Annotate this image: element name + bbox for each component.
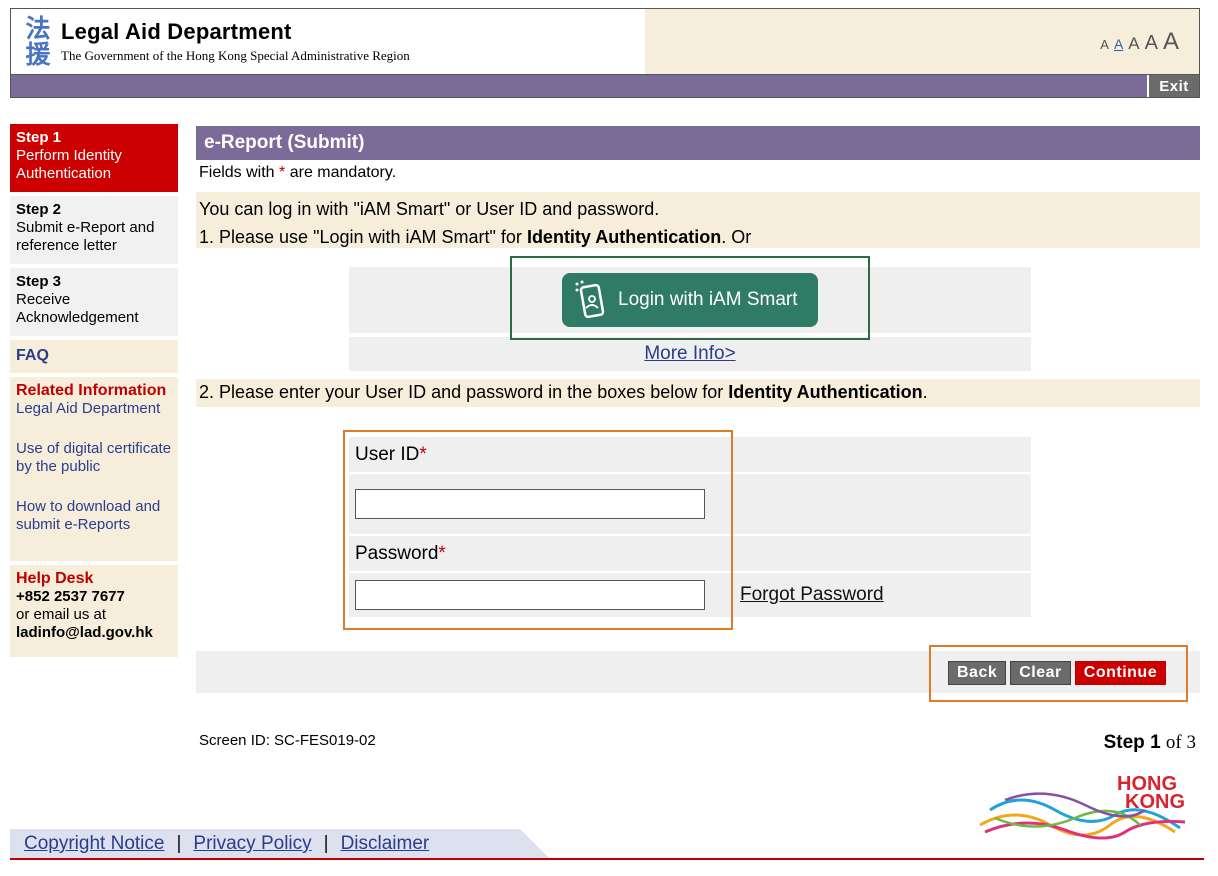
login-form-highlight-frame [343, 430, 733, 630]
userid-instructions: 2. Please enter your User ID and passwor… [196, 379, 1200, 407]
main-content: e-Report (Submit) Fields with * are mand… [196, 126, 1200, 753]
step-indicator: Step 1 of 3 [1103, 732, 1196, 753]
sidebar-step-1: Step 1 Perform Identity Authentication [10, 124, 178, 192]
help-desk-phone: +852 2537 7677 [16, 588, 125, 605]
copyright-notice-link[interactable]: Copyright Notice [24, 833, 164, 855]
font-size-medium[interactable]: A [1128, 34, 1139, 54]
department-title: Legal Aid Department [61, 19, 292, 44]
sidebar-related-info: Related Information Legal Aid Department… [10, 377, 178, 561]
font-size-small[interactable]: A [1114, 36, 1123, 52]
continue-button[interactable]: Continue [1074, 661, 1167, 685]
exit-button[interactable]: Exit [1147, 75, 1199, 97]
more-info-link[interactable]: More Info> [644, 343, 735, 364]
department-subtitle: The Government of the Hong Kong Special … [61, 48, 410, 63]
sidebar: Step 1 Perform Identity Authentication S… [10, 124, 178, 661]
iam-smart-phone-icon [575, 280, 605, 319]
related-link-download-guide[interactable]: How to download and submit e-Reports [16, 498, 172, 534]
help-desk-email[interactable]: ladinfo@lad.gov.hk [16, 624, 172, 642]
site-header: 法 援 Legal Aid Department The Government … [10, 8, 1200, 74]
sidebar-step-2: Step 2 Submit e-Report and reference let… [10, 196, 178, 264]
back-button[interactable]: Back [948, 661, 1007, 685]
font-size-selector: A A A A A [1100, 28, 1179, 56]
sidebar-faq-link[interactable]: FAQ [10, 340, 178, 373]
sidebar-help-desk: Help Desk +852 2537 7677 or email us at … [10, 565, 178, 657]
screen-id: Screen ID: SC-FES019-02 [199, 732, 376, 749]
sidebar-step-3: Step 3 Receive Acknowledgement [10, 268, 178, 336]
forgot-password-link[interactable]: Forgot Password [740, 584, 884, 606]
iam-smart-login-button[interactable]: Login with iAM Smart [562, 273, 818, 327]
action-buttons: Back Clear Continue [948, 661, 1167, 685]
font-size-large[interactable]: A [1145, 32, 1158, 55]
privacy-policy-link[interactable]: Privacy Policy [193, 833, 311, 855]
brand-hong-kong-logo: HONG KONG [979, 773, 1186, 840]
mandatory-note: Fields with * are mandatory. [199, 164, 397, 181]
iam-smart-section: Login with iAM Smart More Info> [349, 256, 1031, 371]
font-size-largest[interactable]: A [1163, 28, 1179, 56]
clear-button[interactable]: Clear [1010, 661, 1071, 685]
related-link-digital-cert[interactable]: Use of digital certificate by the public [16, 440, 172, 476]
footer-divider [10, 858, 1204, 860]
disclaimer-link[interactable]: Disclaimer [341, 833, 430, 855]
header-nav-bar: Exit [10, 74, 1200, 98]
font-size-smallest[interactable]: A [1100, 37, 1109, 52]
footer-links: Copyright Notice | Privacy Policy | Disc… [10, 829, 550, 859]
header-branding: 法 援 Legal Aid Department The Government … [11, 9, 645, 74]
page-title: e-Report (Submit) [196, 126, 1200, 160]
lad-logo: 法 援 [25, 13, 51, 69]
related-link-lad[interactable]: Legal Aid Department [16, 400, 172, 418]
login-instructions: You can log in with "iAM Smart" or User … [196, 192, 1200, 248]
